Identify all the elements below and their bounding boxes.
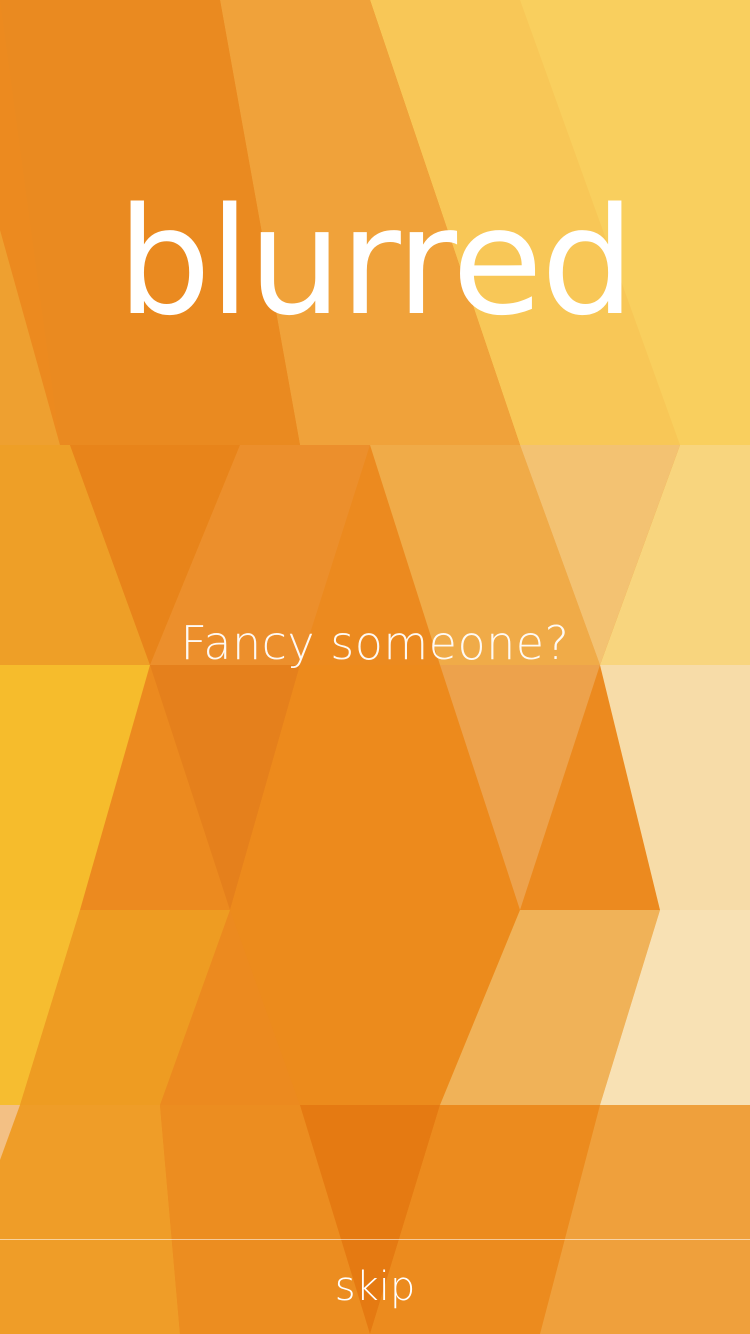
footer-divider <box>0 1239 750 1240</box>
onboarding-tagline: Fancy someone? <box>180 616 570 670</box>
app-logo: blurred <box>117 176 635 348</box>
skip-button[interactable]: skip <box>300 1252 450 1322</box>
